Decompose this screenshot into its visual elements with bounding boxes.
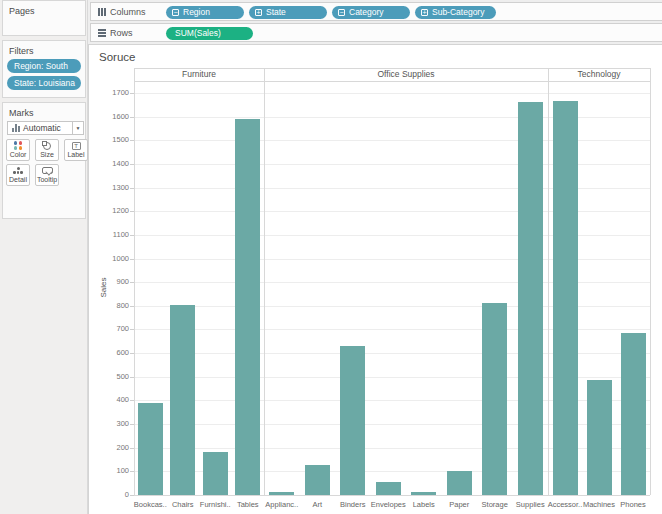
size-icon	[43, 142, 51, 150]
y-tick-label: 300	[89, 419, 129, 429]
y-tick-label: 1500	[89, 135, 129, 145]
x-axis-label[interactable]: Phones	[613, 500, 653, 510]
columns-shelf[interactable]: Columns −Region +State −Category +Sub-Categ…	[90, 2, 662, 21]
pane-top-line	[134, 68, 650, 69]
pane-separator	[134, 68, 135, 495]
y-tick-label: 200	[89, 443, 129, 453]
bar-storage[interactable]	[482, 303, 507, 495]
pane-header-technology[interactable]: Technology	[548, 68, 650, 81]
bar-phones[interactable]	[621, 333, 646, 495]
y-tick-label: 1600	[89, 112, 129, 122]
y-tick-label: 1000	[89, 254, 129, 264]
filters-title: Filters	[3, 41, 85, 56]
bar-machines[interactable]	[587, 380, 612, 495]
bar-paper[interactable]	[447, 471, 472, 495]
sidebar: Pages Filters Region: South State: Louis…	[0, 0, 88, 514]
chart-region: Soruce 0 100 200 300 400 500 600 700 800 900 1000 1…	[88, 44, 662, 514]
pages-title: Pages	[3, 1, 85, 16]
box-plus-icon[interactable]: +	[255, 9, 262, 16]
filters-card[interactable]: Filters Region: South State: Louisiana	[2, 40, 86, 98]
bar-chairs[interactable]	[170, 305, 195, 495]
y-tick-label: 1200	[89, 206, 129, 216]
pane-separator	[548, 68, 549, 495]
detail-button[interactable]: Detail	[6, 164, 30, 186]
bar-art[interactable]	[305, 465, 330, 495]
chevron-down-icon[interactable]: ▼	[72, 122, 83, 134]
size-button[interactable]: Size	[35, 139, 59, 161]
bar-binders[interactable]	[340, 346, 365, 495]
pane-separator	[264, 68, 265, 495]
axis-bottom-line	[134, 495, 650, 496]
dimension-pill-category[interactable]: −Category	[332, 6, 410, 19]
pages-card[interactable]: Pages	[2, 0, 86, 36]
mark-type-dropdown[interactable]: Automatic ▼	[7, 121, 84, 135]
y-tick-label: 700	[89, 324, 129, 334]
pane-header-furniture[interactable]: Furniture	[134, 68, 264, 81]
marks-title: Marks	[3, 103, 85, 118]
rows-shelf[interactable]: Rows SUM(Sales)	[90, 23, 662, 42]
rows-icon	[98, 29, 106, 37]
box-minus-icon[interactable]: −	[338, 9, 345, 16]
columns-icon	[98, 8, 106, 16]
y-tick-label: 1100	[89, 230, 129, 240]
tooltip-icon	[42, 167, 53, 174]
y-tick-label: 1400	[89, 159, 129, 169]
bar-envelopes[interactable]	[376, 482, 401, 495]
rows-shelf-label: Rows	[110, 28, 133, 38]
header-bottom-line	[134, 81, 650, 82]
color-button[interactable]: Color	[6, 139, 30, 161]
bar-accessor[interactable]	[553, 101, 578, 495]
label-button[interactable]: T Label	[64, 139, 88, 161]
bar-bookcas[interactable]	[138, 403, 163, 495]
dimension-pill-state[interactable]: +State	[249, 6, 327, 19]
y-tick-label: 100	[89, 466, 129, 476]
y-tick-label: 500	[89, 372, 129, 382]
y-tick-label: 1700	[89, 88, 129, 98]
tooltip-button[interactable]: Tooltip	[35, 164, 59, 186]
chart-title: Soruce	[99, 51, 135, 63]
box-plus-icon[interactable]: +	[421, 9, 428, 16]
pane-separator	[650, 68, 651, 495]
detail-icon	[13, 167, 23, 174]
mark-type-value: Automatic	[23, 123, 72, 133]
y-tick-label: 400	[89, 395, 129, 405]
color-dots-icon	[14, 141, 23, 150]
y-tick-label: 600	[89, 348, 129, 358]
label-icon: T	[72, 142, 81, 150]
dimension-pill-sub-category[interactable]: +Sub-Category	[415, 6, 496, 19]
y-tick-label: 1300	[89, 183, 129, 193]
bar-supplies[interactable]	[518, 102, 543, 495]
y-tick-label: 900	[89, 277, 129, 287]
y-axis-title: Sales	[99, 276, 108, 300]
gridline	[134, 93, 650, 94]
columns-shelf-label: Columns	[110, 7, 146, 17]
bar-tables[interactable]	[235, 119, 260, 495]
filter-pill-region[interactable]: Region: South	[7, 59, 81, 73]
box-minus-icon[interactable]: −	[172, 9, 179, 16]
pane-header-office-supplies[interactable]: Office Supplies	[264, 68, 548, 81]
dimension-pill-region[interactable]: −Region	[166, 6, 244, 19]
y-tick-label: 0	[89, 490, 129, 500]
measure-pill-sum(sales)[interactable]: SUM(Sales)	[166, 27, 253, 40]
marks-card: Marks Automatic ▼ Color Size T Label	[2, 102, 86, 219]
filter-pill-state[interactable]: State: Louisiana	[7, 76, 81, 90]
bar-chart-icon	[12, 124, 20, 132]
bar-furnishi[interactable]	[203, 452, 228, 495]
y-tick-label: 800	[89, 301, 129, 311]
